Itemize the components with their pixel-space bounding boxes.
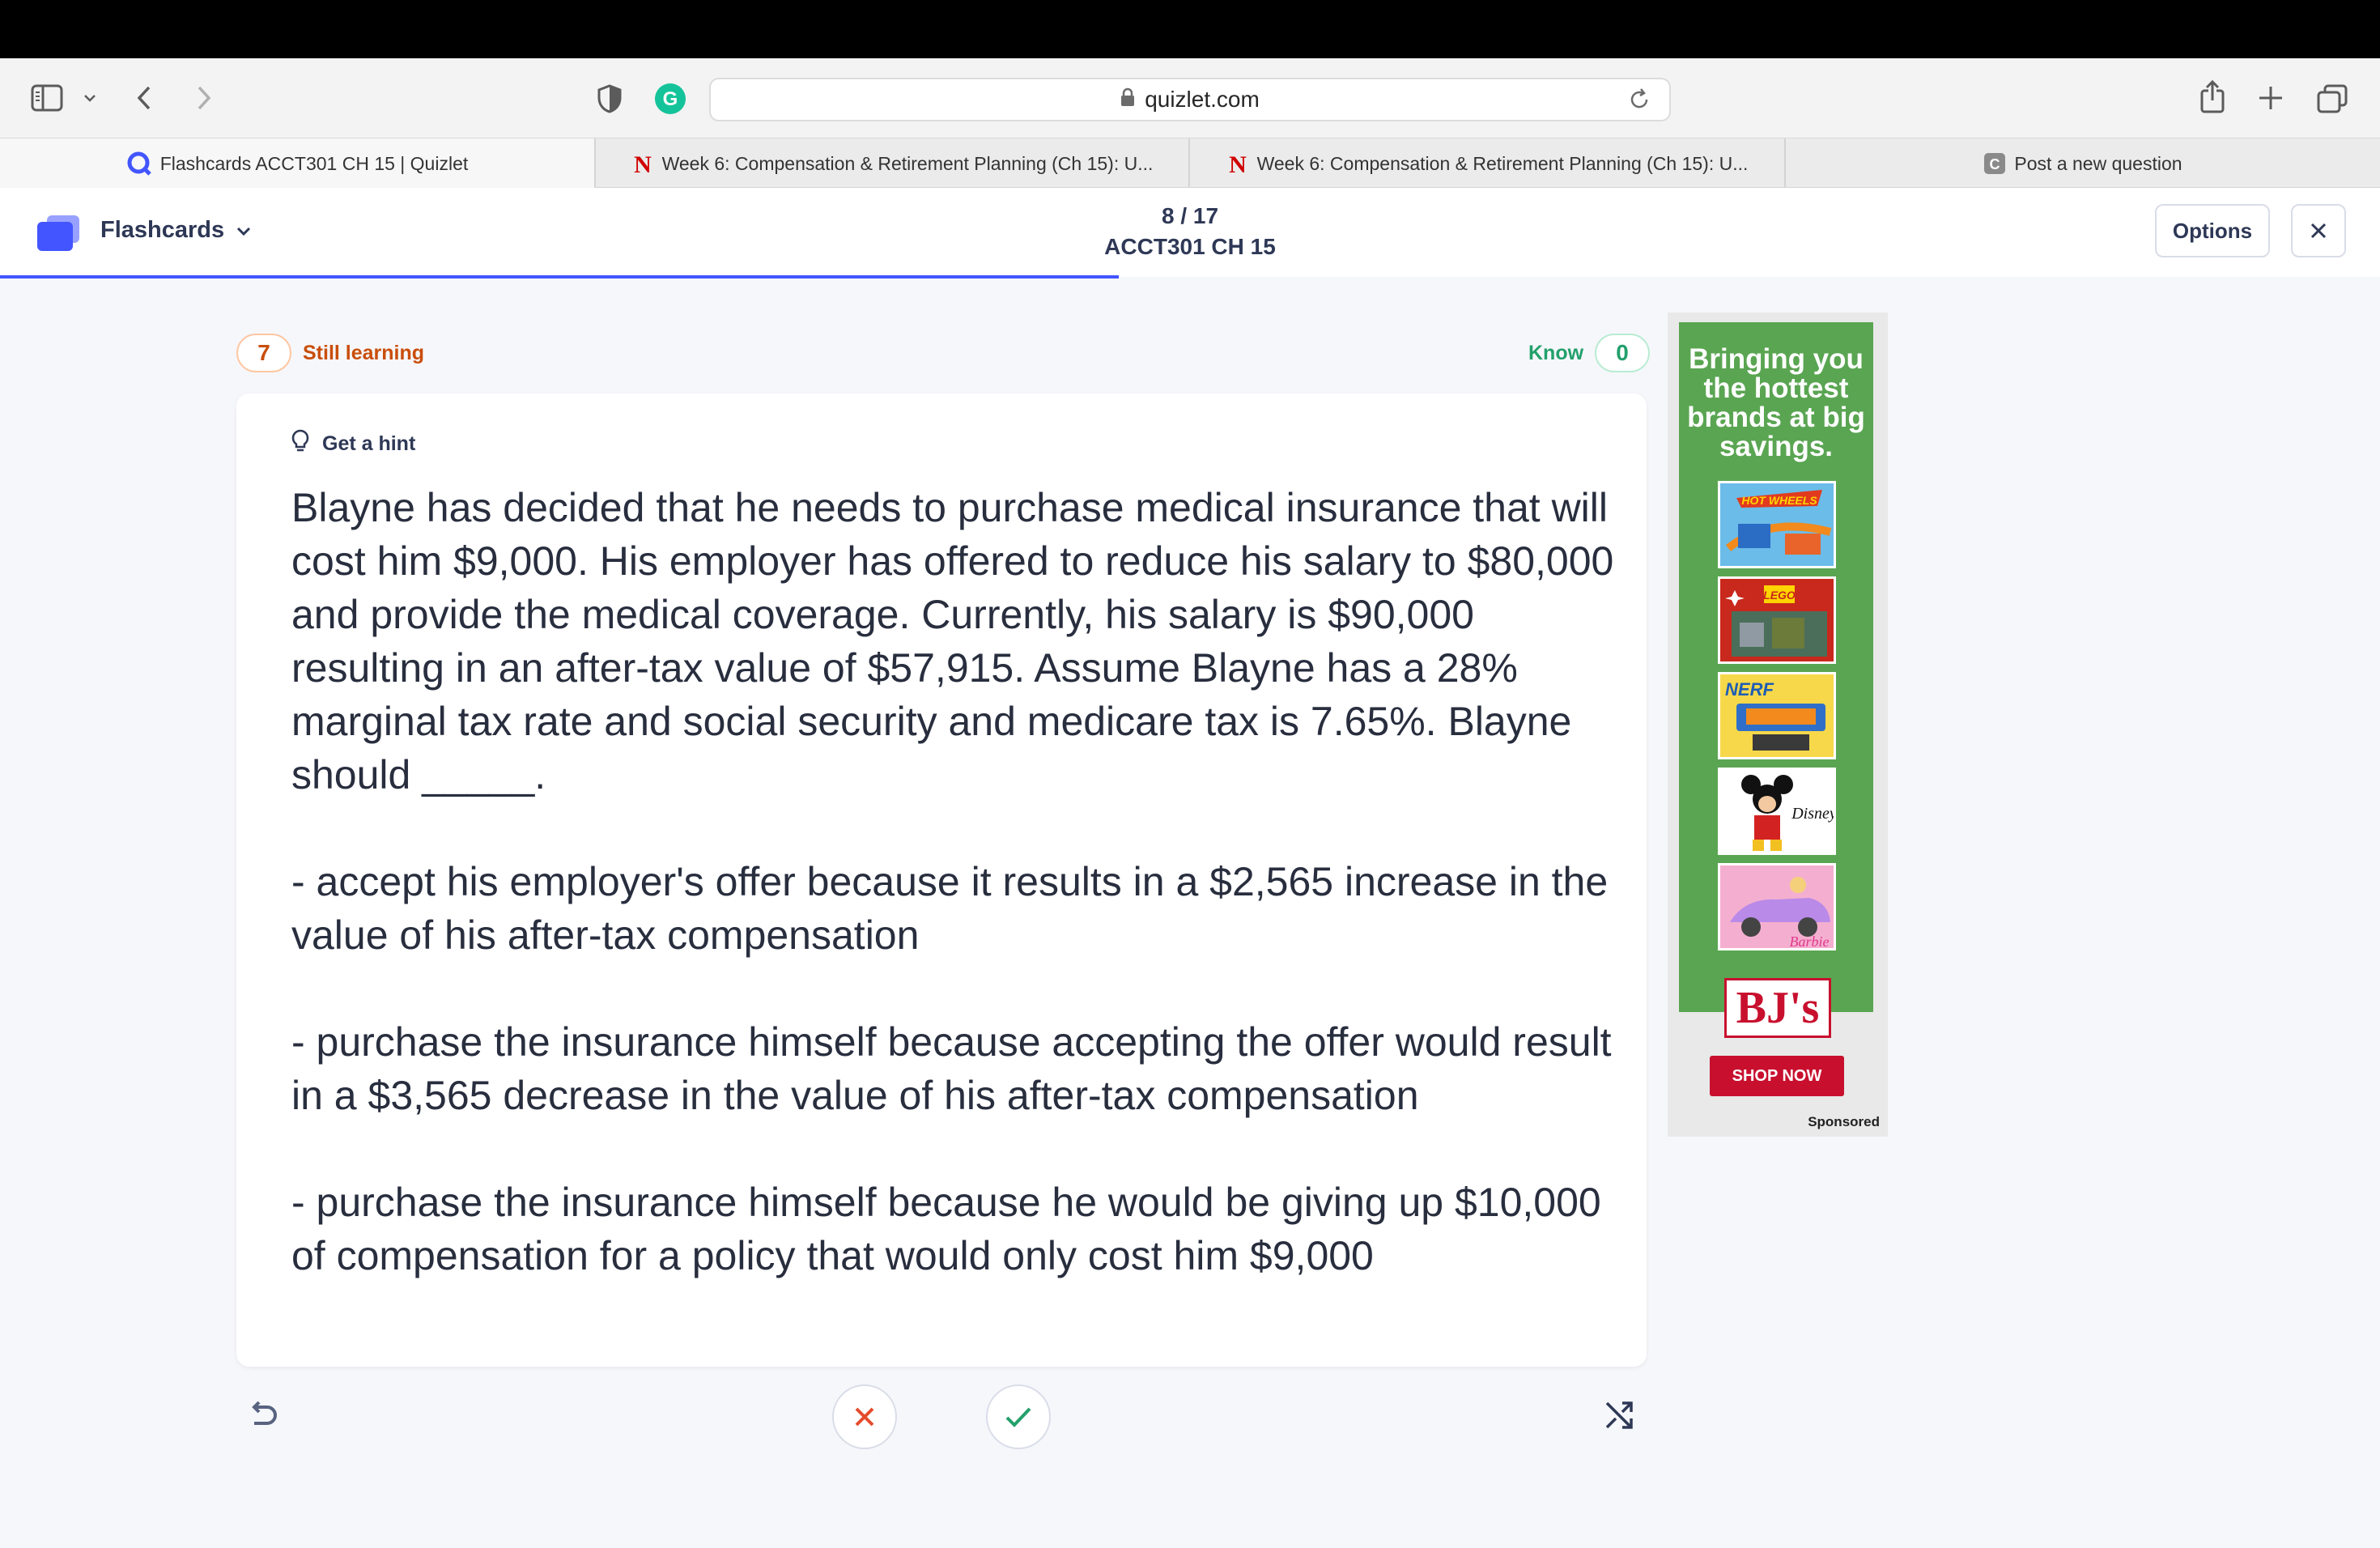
know-counter: Know 0 [1528, 334, 1651, 372]
set-progress: 8 / 17 ACCT301 CH 15 [1028, 201, 1352, 262]
chevron-down-icon[interactable] [83, 92, 97, 104]
shuffle-icon [1605, 1401, 1633, 1429]
tab-label: Flashcards ACCT301 CH 15 | Quizlet [159, 152, 469, 174]
know-button[interactable] [986, 1384, 1051, 1449]
shuffle-button[interactable] [1603, 1399, 1635, 1435]
sponsored-label: Sponsored [1808, 1114, 1880, 1129]
svg-text:Disney: Disney [1791, 805, 1836, 823]
disney-tile: Disney [1718, 768, 1836, 855]
ad-banner: Bringing you the hottest brands at big s… [1679, 322, 1873, 1012]
quizlet-q-icon [126, 151, 152, 176]
screen-top-bar [0, 0, 2380, 58]
card-counter: 8 / 17 [1161, 203, 1219, 228]
svg-text:G: G [663, 88, 678, 110]
shop-now-button[interactable]: SHOP NOW [1710, 1056, 1844, 1096]
url-text: quizlet.com [1145, 87, 1260, 112]
card-term: Blayne has decided that he needs to purc… [291, 481, 1619, 1336]
nebraska-n-icon: N [1226, 152, 1249, 175]
answer-option: - purchase the insurance himself because… [291, 1019, 1612, 1118]
share-icon[interactable] [2199, 79, 2226, 113]
sidebar-toggle-icon[interactable] [31, 84, 63, 112]
svg-text:C: C [1990, 156, 2000, 172]
forward-arrow-icon[interactable] [194, 84, 214, 112]
get-hint-button[interactable]: Get a hint [291, 429, 415, 459]
know-label: Know [1528, 341, 1584, 364]
svg-text:NERF: NERF [1725, 679, 1774, 700]
tab-label: Week 6: Compensation & Retirement Planni… [1256, 152, 1749, 174]
reload-icon[interactable] [1627, 87, 1651, 117]
chevron-down-icon [236, 217, 252, 244]
sponsored-ad[interactable]: Bringing you the hottest brands at big s… [1668, 313, 1888, 1137]
tab-week6-1[interactable]: N Week 6: Compensation & Retirement Plan… [596, 138, 1190, 189]
lego-tile: LEGO [1718, 576, 1836, 664]
hot-wheels-tile: HOT WHEELS [1718, 481, 1836, 568]
nebraska-n-icon: N [631, 152, 654, 175]
tab-quizlet[interactable]: Flashcards ACCT301 CH 15 | Quizlet [0, 138, 596, 189]
answer-option: - accept his employer's offer because it… [291, 859, 1609, 958]
ad-headline: Bringing you the hottest brands at big s… [1687, 343, 1865, 462]
bjs-logo-text: BJ's [1723, 978, 1832, 1038]
undo-icon [252, 1401, 277, 1425]
address-bar[interactable]: quizlet.com [709, 78, 1671, 121]
close-button[interactable] [2291, 204, 2346, 257]
tab-overview-icon[interactable] [2317, 84, 2348, 113]
bjs-logo: BJ's [1681, 972, 1875, 1044]
mode-dropdown[interactable]: Flashcards [100, 217, 252, 244]
still-learning-counter: 7 Still learning [236, 334, 424, 372]
x-mark-icon [855, 1407, 874, 1427]
tab-label: Post a new question [2014, 152, 2182, 174]
question-text: Blayne has decided that he needs to purc… [291, 485, 1614, 797]
svg-text:N: N [634, 152, 652, 175]
svg-text:Barbie: Barbie [1790, 933, 1830, 950]
back-arrow-icon[interactable] [134, 84, 154, 112]
mode-label: Flashcards [100, 217, 225, 243]
flashcards-mode-icon [36, 214, 81, 257]
privacy-shield-icon[interactable] [597, 84, 622, 113]
flashcards-header: Flashcards 8 / 17 ACCT301 CH 15 Options [0, 188, 2380, 277]
know-count: 0 [1595, 334, 1651, 372]
still-learning-button[interactable] [832, 1384, 897, 1449]
grammarly-extension-icon[interactable]: G [654, 83, 686, 115]
tab-week6-2[interactable]: N Week 6: Compensation & Retirement Plan… [1190, 138, 1786, 189]
set-title: ACCT301 CH 15 [1104, 234, 1276, 259]
svg-text:N: N [1229, 152, 1247, 175]
options-button[interactable]: Options [2155, 204, 2270, 257]
still-learning-count: 7 [236, 334, 291, 372]
flashcard[interactable]: Get a hint Blayne has decided that he ne… [236, 393, 1647, 1367]
svg-text:HOT WHEELS: HOT WHEELS [1741, 494, 1817, 507]
undo-button[interactable] [243, 1396, 285, 1442]
tab-chegg[interactable]: C Post a new question [1786, 138, 2380, 189]
lightbulb-icon [291, 429, 309, 459]
still-learning-label: Still learning [303, 341, 425, 364]
browser-toolbar: G quizlet.com [0, 58, 2380, 138]
nerf-tile: NERF [1718, 672, 1836, 759]
progress-bar [0, 275, 1119, 279]
close-icon [2310, 223, 2327, 239]
tab-bar: Flashcards ACCT301 CH 15 | Quizlet N Wee… [0, 138, 2380, 189]
barbie-tile: Barbie [1718, 863, 1836, 950]
checkmark-icon [1005, 1407, 1031, 1427]
tab-label: Week 6: Compensation & Retirement Planni… [661, 152, 1154, 174]
svg-text:LEGO: LEGO [1763, 589, 1796, 602]
lock-icon [1120, 87, 1135, 113]
new-tab-plus-icon[interactable] [2257, 84, 2284, 112]
answer-option: - purchase the insurance himself because… [291, 1180, 1601, 1278]
hint-label: Get a hint [322, 432, 416, 455]
chegg-c-icon: C [1983, 152, 2006, 175]
